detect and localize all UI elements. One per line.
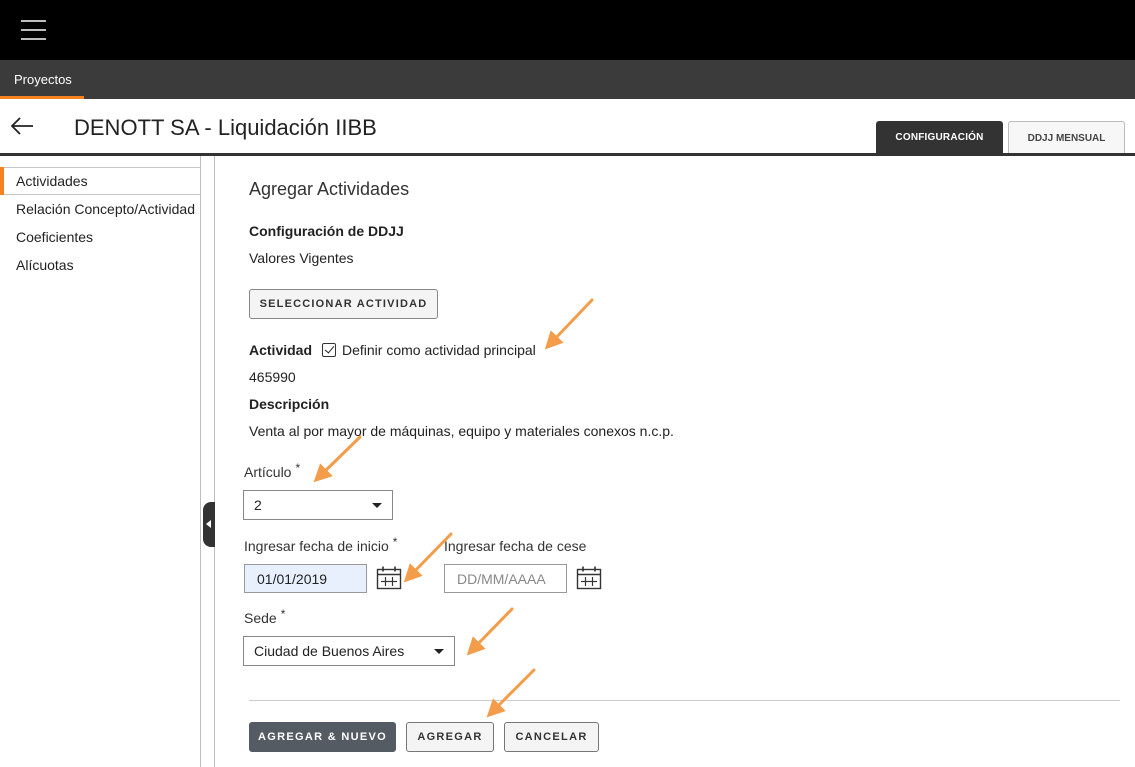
article-label: Artículo * <box>244 461 301 480</box>
annotation-arrow <box>313 435 362 483</box>
calendar-icon[interactable] <box>576 566 602 590</box>
sidebar-item-label: Actividades <box>16 173 88 189</box>
end-date-input[interactable] <box>444 564 567 593</box>
nav-bar: Proyectos <box>0 60 1135 99</box>
nav-tab-projects[interactable]: Proyectos <box>0 60 84 99</box>
site-select-value: Ciudad de Buenos Aires <box>254 643 405 659</box>
sidebar-item-coeficientes[interactable]: Coeficientes <box>0 223 200 251</box>
select-activity-button[interactable]: SELECCIONAR ACTIVIDAD <box>249 289 438 319</box>
description-value: Venta al por mayor de máquinas, equipo y… <box>249 423 674 439</box>
sidebar: Actividades Relación Concepto/Actividad … <box>0 156 201 767</box>
activity-label: Actividad <box>249 342 313 358</box>
page-header: DENOTT SA - Liquidación IIBB CONFIGURACI… <box>0 99 1135 157</box>
sidebar-item-relacion-concepto[interactable]: Relación Concepto/Actividad <box>0 195 200 223</box>
config-label: Configuración de DDJJ <box>249 223 404 239</box>
top-bar <box>0 0 1135 60</box>
article-select-value: 2 <box>254 497 262 513</box>
form-divider <box>249 700 1120 701</box>
cancel-button[interactable]: CANCELAR <box>504 722 599 752</box>
article-label-text: Artículo <box>244 464 292 480</box>
config-value: Valores Vigentes <box>249 250 354 266</box>
article-select[interactable]: 2 <box>243 490 393 520</box>
form-title: Agregar Actividades <box>249 179 410 199</box>
required-mark: * <box>295 461 301 475</box>
active-indicator <box>0 167 4 195</box>
annotation-arrow <box>466 607 514 656</box>
content-divider <box>214 156 215 767</box>
end-date-label: Ingresar fecha de cese <box>444 538 587 554</box>
annotation-arrow <box>486 668 536 718</box>
site-select[interactable]: Ciudad de Buenos Aires <box>243 636 455 666</box>
sidebar-item-actividades[interactable]: Actividades <box>0 167 200 195</box>
description-label: Descripción <box>249 396 330 412</box>
sidebar-item-label: Relación Concepto/Actividad <box>16 201 195 217</box>
sidebar-item-label: Coeficientes <box>16 229 94 245</box>
add-button[interactable]: AGREGAR <box>406 722 494 752</box>
page-title: DENOTT SA - Liquidación IIBB <box>74 115 377 140</box>
activity-code: 465990 <box>249 369 296 385</box>
arrow-left-icon[interactable] <box>10 115 36 137</box>
nav-tab-projects-label: Proyectos <box>14 72 72 87</box>
tab-ddjj-mensual[interactable]: DDJJ MENSUAL <box>1008 121 1125 154</box>
chevron-down-icon <box>434 649 444 654</box>
tab-configuracion[interactable]: CONFIGURACIÓN <box>876 121 1003 154</box>
required-mark: * <box>280 607 286 621</box>
add-and-new-button[interactable]: AGREGAR & NUEVO <box>249 722 396 752</box>
hamburger-menu-icon[interactable] <box>21 18 46 42</box>
site-label-text: Sede <box>244 610 277 626</box>
calendar-icon[interactable] <box>376 566 402 590</box>
start-date-label: Ingresar fecha de inicio * <box>244 535 398 554</box>
chevron-down-icon <box>372 503 382 508</box>
required-mark: * <box>392 535 398 549</box>
sidebar-item-alicuotas[interactable]: Alícuotas <box>0 251 200 279</box>
sidebar-collapse-handle[interactable] <box>203 502 215 547</box>
site-label: Sede * <box>244 607 286 626</box>
start-date-input[interactable] <box>244 564 367 593</box>
sidebar-item-label: Alícuotas <box>16 257 74 273</box>
main-activity-checkbox[interactable] <box>322 343 336 357</box>
annotation-arrow <box>544 298 594 350</box>
main-activity-checkbox-label[interactable]: Definir como actividad principal <box>342 342 536 358</box>
start-date-label-text: Ingresar fecha de inicio <box>244 538 389 554</box>
